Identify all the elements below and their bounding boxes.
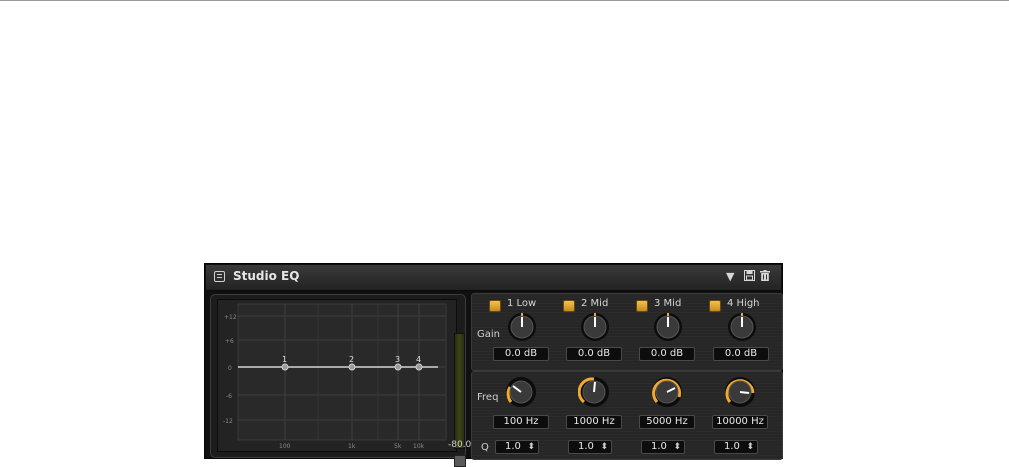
band-4-q-stepper[interactable]: 1.0 ⬍: [714, 440, 758, 454]
band-marker: 2: [349, 355, 354, 364]
freq-section: Freq Q 100 Hz 1000 Hz 5000 Hz 10000 Hz 1…: [471, 371, 783, 460]
band-4-freq-value[interactable]: 10000 Hz: [712, 415, 768, 429]
save-icon[interactable]: [744, 270, 755, 285]
gain-label: Gain: [477, 329, 500, 340]
menu-icon[interactable]: [214, 271, 225, 282]
db-label: -12: [223, 418, 233, 425]
band-3-q-value: 1.0: [651, 441, 667, 452]
gain-section: Gain 1 Low 2 Mid 3 Mid 4 High 0.0 dB 0.0…: [471, 293, 783, 371]
db-label: -6: [226, 393, 232, 400]
trash-icon[interactable]: [760, 270, 770, 285]
freq-label: Freq: [477, 392, 499, 403]
band-3-gain-value[interactable]: 0.0 dB: [639, 347, 695, 361]
band-2-gain-value[interactable]: 0.0 dB: [566, 347, 622, 361]
band-1-freq-value[interactable]: 100 Hz: [493, 415, 549, 429]
output-level-meter: [454, 333, 465, 449]
stepper-arrows-icon[interactable]: ⬍: [746, 441, 754, 453]
band-3-freq-value[interactable]: 5000 Hz: [639, 415, 695, 429]
band-marker: 4: [416, 355, 421, 364]
freq-label: 10k: [413, 443, 425, 450]
band-3-q-stepper[interactable]: 1.0 ⬍: [641, 440, 685, 454]
meter-reset-button[interactable]: [454, 455, 466, 467]
freq-label: 5k: [394, 443, 402, 450]
band-4-gain-value[interactable]: 0.0 dB: [713, 347, 769, 361]
band-2-gain-knob[interactable]: [580, 312, 610, 342]
freq-label: 1k: [348, 443, 356, 450]
band-1-q-value: 1.0: [505, 441, 521, 452]
window-top-border: [0, 0, 1009, 1]
dropdown-arrow-icon[interactable]: ▼: [726, 270, 734, 284]
band-2-name: 2 Mid: [581, 298, 609, 309]
band-4-name: 4 High: [727, 298, 760, 309]
band-3-name: 3 Mid: [654, 298, 682, 309]
band-2-q-value: 1.0: [578, 441, 594, 452]
band-3-freq-knob[interactable]: [651, 376, 682, 407]
freq-label: 100: [279, 443, 291, 450]
db-label: +12: [224, 314, 237, 321]
meter-value: -80.0: [448, 440, 472, 450]
band-marker: 3: [395, 355, 400, 364]
band-1-enable-toggle[interactable]: [489, 300, 501, 312]
band-2-enable-toggle[interactable]: [563, 300, 575, 312]
band-3-gain-knob[interactable]: [653, 312, 683, 342]
eq-graph-panel: +12 +6 0 -6 -12 100 1k 5k 10k 1 2 3 4 -8…: [210, 294, 471, 467]
band-4-q-value: 1.0: [724, 441, 740, 452]
band-4-enable-toggle[interactable]: [709, 300, 721, 312]
db-label: +6: [225, 338, 234, 345]
band-1-name: 1 Low: [507, 298, 537, 309]
stepper-arrows-icon[interactable]: ⬍: [600, 441, 608, 453]
plugin-titlebar: Studio EQ ▼: [206, 265, 781, 291]
band-2-q-stepper[interactable]: 1.0 ⬍: [568, 440, 612, 454]
stepper-arrows-icon[interactable]: ⬍: [527, 441, 535, 453]
studio-eq-plugin: Studio EQ ▼ +12 +6 0 -6 -12 100 1k 5k 10…: [204, 263, 783, 467]
band-2-freq-knob[interactable]: [577, 376, 609, 407]
eq-graph[interactable]: +12 +6 0 -6 -12 100 1k 5k 10k 1 2 3 4: [217, 299, 457, 452]
eq-curve-display: +12 +6 0 -6 -12 100 1k 5k 10k 1 2 3 4: [223, 303, 447, 450]
band-marker: 1: [282, 355, 287, 364]
band-4-freq-knob[interactable]: [724, 376, 755, 407]
band-1-gain-knob[interactable]: [507, 312, 537, 342]
band-4-gain-knob[interactable]: [727, 312, 757, 342]
db-label: 0: [228, 365, 232, 372]
band-3-enable-toggle[interactable]: [636, 300, 648, 312]
q-label: Q: [481, 442, 489, 453]
band-2-freq-value[interactable]: 1000 Hz: [566, 415, 622, 429]
plugin-title: Studio EQ: [233, 269, 300, 283]
band-1-q-stepper[interactable]: 1.0 ⬍: [495, 440, 539, 454]
band-1-gain-value[interactable]: 0.0 dB: [493, 347, 549, 361]
stepper-arrows-icon[interactable]: ⬍: [673, 441, 681, 453]
band-1-freq-knob[interactable]: [505, 376, 536, 407]
